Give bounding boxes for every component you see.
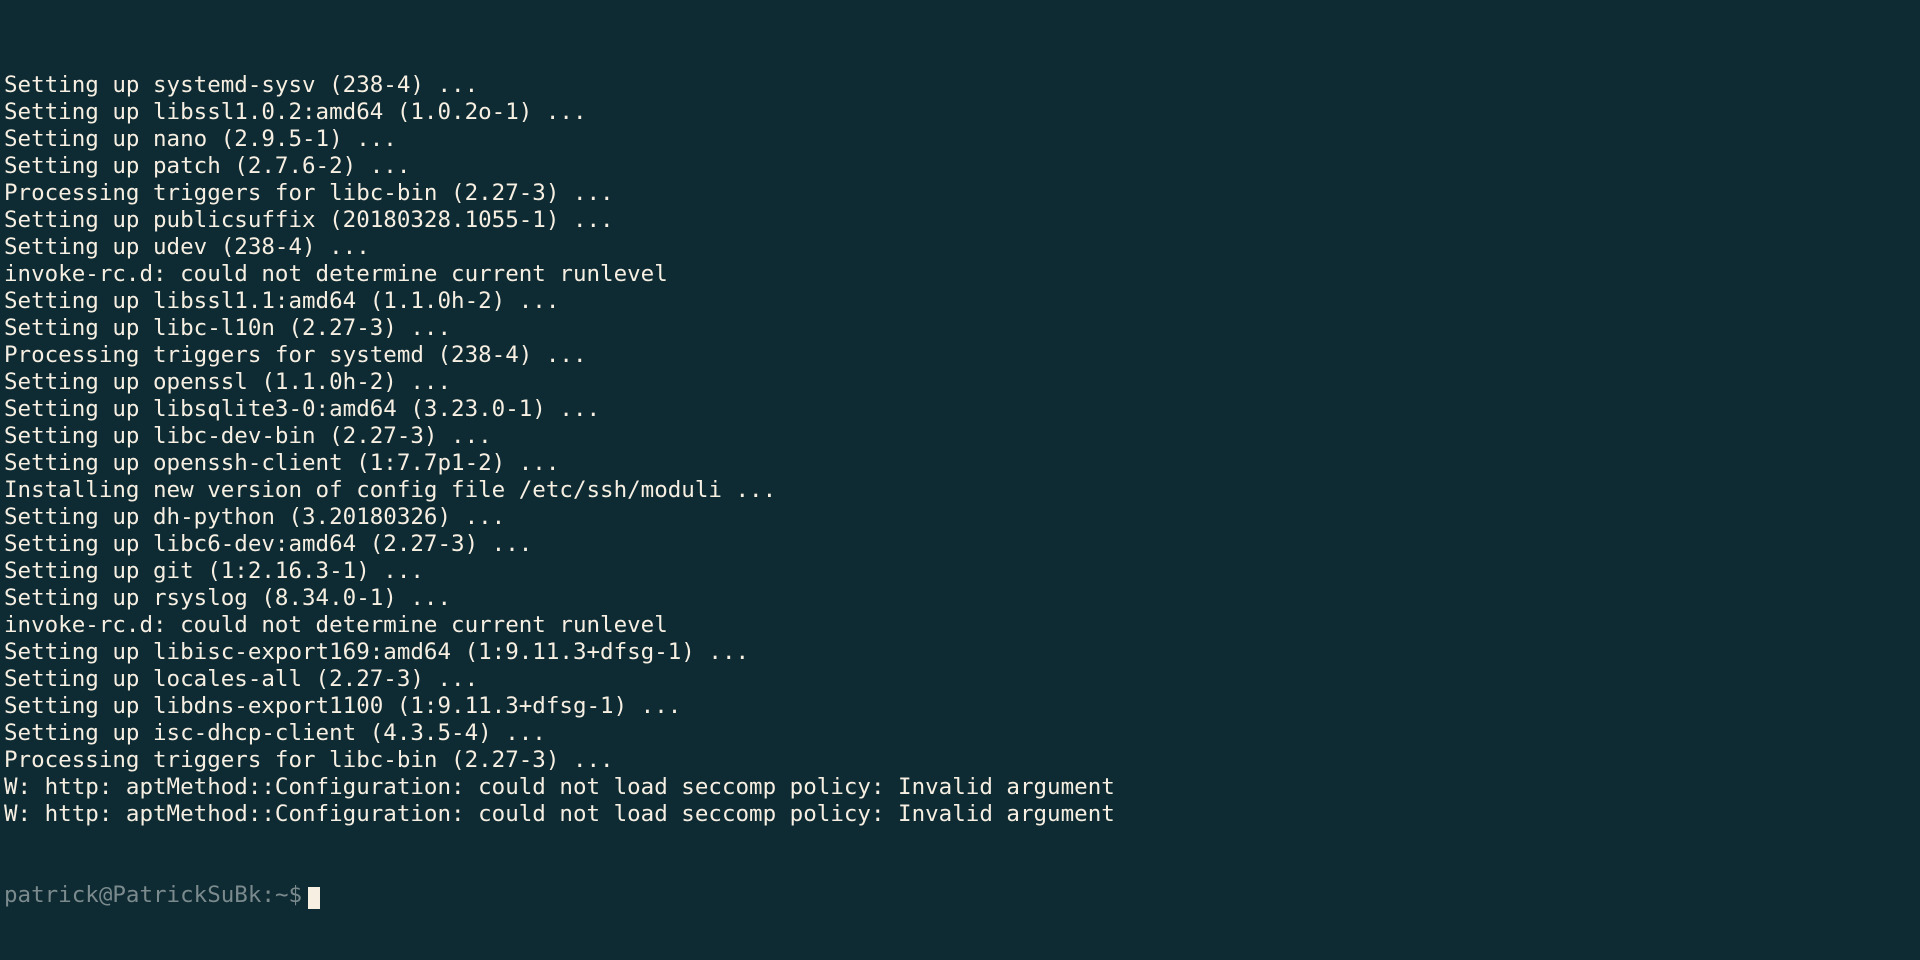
output-line: Setting up openssl (1.1.0h-2) ... [4,369,1920,396]
terminal-window[interactable]: Setting up systemd-sysv (238-4) ...Setti… [0,0,1920,936]
output-line: Setting up libc-dev-bin (2.27-3) ... [4,423,1920,450]
prompt-path: ~ [275,882,289,909]
output-line: Setting up libdns-export1100 (1:9.11.3+d… [4,693,1920,720]
output-line: Setting up dh-python (3.20180326) ... [4,504,1920,531]
output-line: W: http: aptMethod::Configuration: could… [4,801,1920,828]
prompt-colon: : [261,882,275,909]
output-line: Setting up isc-dhcp-client (4.3.5-4) ... [4,720,1920,747]
output-line: Setting up openssh-client (1:7.7p1-2) ..… [4,450,1920,477]
output-line: Setting up locales-all (2.27-3) ... [4,666,1920,693]
terminal-output: Setting up systemd-sysv (238-4) ...Setti… [4,72,1920,828]
output-line: Setting up git (1:2.16.3-1) ... [4,558,1920,585]
output-line: Setting up systemd-sysv (238-4) ... [4,72,1920,99]
output-line: Setting up libisc-export169:amd64 (1:9.1… [4,639,1920,666]
output-line: invoke-rc.d: could not determine current… [4,261,1920,288]
output-line: Setting up libsqlite3-0:amd64 (3.23.0-1)… [4,396,1920,423]
prompt-line[interactable]: patrick@PatrickSuBk:~$ [4,882,1920,909]
output-line: invoke-rc.d: could not determine current… [4,612,1920,639]
output-line: Setting up libc6-dev:amd64 (2.27-3) ... [4,531,1920,558]
output-line: Setting up libc-l10n (2.27-3) ... [4,315,1920,342]
cursor-icon [308,887,320,909]
output-line: Setting up udev (238-4) ... [4,234,1920,261]
output-line: Processing triggers for libc-bin (2.27-3… [4,747,1920,774]
output-line: Processing triggers for systemd (238-4) … [4,342,1920,369]
output-line: Setting up libssl1.0.2:amd64 (1.0.2o-1) … [4,99,1920,126]
output-line: Setting up libssl1.1:amd64 (1.1.0h-2) ..… [4,288,1920,315]
prompt-dollar: $ [288,882,302,909]
output-line: Setting up nano (2.9.5-1) ... [4,126,1920,153]
output-line: Setting up publicsuffix (20180328.1055-1… [4,207,1920,234]
output-line: Setting up patch (2.7.6-2) ... [4,153,1920,180]
output-line: Processing triggers for libc-bin (2.27-3… [4,180,1920,207]
output-line: Installing new version of config file /e… [4,477,1920,504]
output-line: W: http: aptMethod::Configuration: could… [4,774,1920,801]
output-line: Setting up rsyslog (8.34.0-1) ... [4,585,1920,612]
prompt-userhost: patrick@PatrickSuBk [4,882,261,909]
